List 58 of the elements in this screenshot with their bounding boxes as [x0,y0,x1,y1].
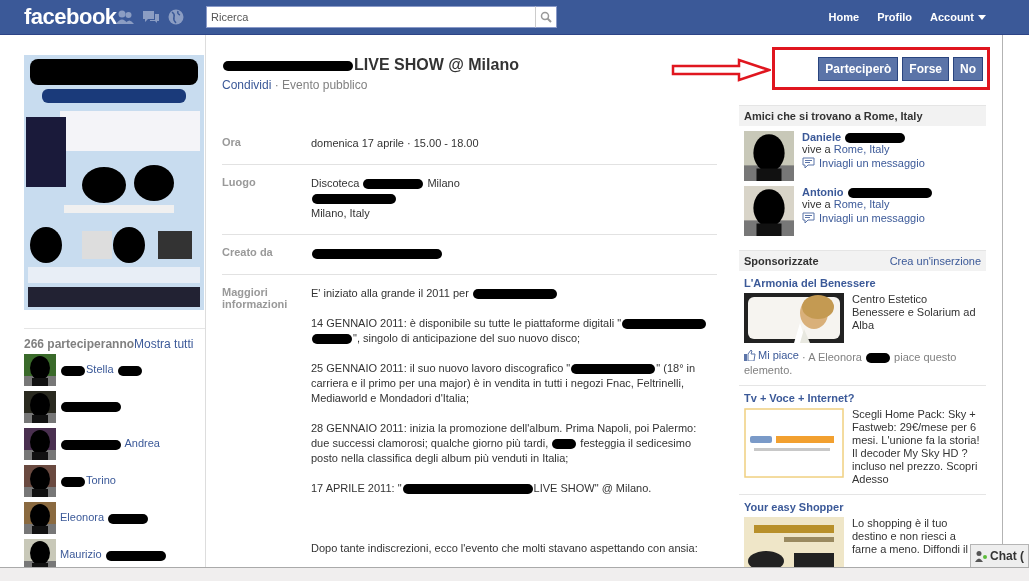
share-link[interactable]: Condividi [222,78,272,92]
field-label: Ora [222,136,242,150]
nav-link[interactable]: Home [821,7,867,27]
show-all-link[interactable]: Mostra tutti [134,337,194,351]
field-value: domenica 17 aprile · 15.00 - 18.00 [311,136,480,151]
like-link[interactable]: Mi piace [744,349,799,362]
globe-icon[interactable] [168,9,184,25]
messages-icon[interactable] [142,9,160,25]
ad-title[interactable]: Your easy Shopper [744,501,981,513]
message-link[interactable]: Inviagli un messaggio [819,212,925,225]
attendee-name[interactable]: Torino [60,474,116,487]
field-label: Creato da [222,246,274,260]
rsvp-button[interactable]: Parteciperò [818,57,899,81]
paragraph: 17 APRILE 2011: " LIVE SHOW" @ Milano. [311,481,653,496]
chat-button[interactable]: Chat ( [970,544,1029,567]
friends-icon[interactable] [116,9,134,25]
ad-title[interactable]: L'Armonia del Benessere [744,277,981,289]
message-icon [802,157,815,170]
field-value: Discoteca Milano [311,176,461,191]
search-icon[interactable] [540,11,552,23]
caret-icon [978,14,986,20]
attendee-count: 266 parteciperanno [24,337,135,351]
ad-text: Scegli Home Pack: Sky + Fastweb: 29€/mese per 6 mesi. L'unione fa la storia! Il decoder My Sky HD ? incluso nel prezzo. Scopri Adesso [852,408,981,486]
friend-location: vive a Rome, Italy [802,198,891,211]
redaction-mark [866,353,890,364]
paragraph: 25 GENNAIO 2011: il suo nuovo lavoro discografico " " (18° in carriera e il primo per una major) è in vendita in tutti i negozi Fnac, Feltrinelli, Mediaworld e Mondadori d'Italia; [311,361,697,406]
ad-text: Lo shopping è il tuo destino e non riesci a farne a meno. Diffondi il [852,517,969,557]
redaction-mark [61,401,121,412]
logo[interactable]: facebook [24,4,116,30]
field-label: Luogo [222,176,257,190]
message-link[interactable]: Inviagli un messaggio [819,157,925,170]
rsvp-button[interactable]: No [953,57,983,81]
field-label: Maggiori informazioni [222,286,289,312]
field-value: Milano, Italy [311,206,371,221]
place-link[interactable]: Rome, Italy [833,143,890,156]
section-header: Amici che si trovano a Rome, Italy [739,105,986,126]
like-info: Mi piace · A Eleonora piace questo elemento. [744,349,958,377]
ad-text: Centro Estetico Benessere e Solarium ad Alba [852,293,977,333]
paragraph: E' iniziato alla grande il 2011 per [311,286,717,301]
message-icon [802,212,815,225]
attendee-name[interactable]: Maurizio [60,548,167,561]
event-visibility: · Evento pubblico [273,78,368,92]
attendee-name[interactable]: Eleonora [60,511,150,524]
nav-link[interactable]: Profilo [870,7,919,27]
person-icon [975,550,987,562]
section-header: Sponsorizzate [744,255,819,267]
account-menu[interactable]: Account [923,7,993,27]
ad-title[interactable]: Tv + Voce + Internet? [744,392,981,404]
thumbs-up-icon [744,350,756,361]
search-field[interactable]: Ricerca [206,6,535,28]
friend-location: vive a Rome, Italy [802,143,891,156]
attendee-name[interactable]: Stella [60,363,143,376]
place-link[interactable]: Rome, Italy [833,198,890,211]
create-ad-link[interactable]: Crea un'inserzione [889,255,981,267]
paragraph: 14 GENNAIO 2011: è disponibile su tutte le piattaforme digitali " ", singolo di anticipazione del suo nuovo disco; [311,316,717,346]
paragraph: 28 GENNAIO 2011: inizia la promozione dell'album. Prima Napoli, poi Palermo: due successi clamorosi; qualche giorno più tardi, festeggia il sedicesimo posto nella classifica degli album più venduti in Italia; [311,421,698,466]
rsvp-button[interactable]: Forse [902,57,949,81]
paragraph: Dopo tante indiscrezioni, ecco l'evento che molti stavano aspettando con ansia: [311,541,699,556]
